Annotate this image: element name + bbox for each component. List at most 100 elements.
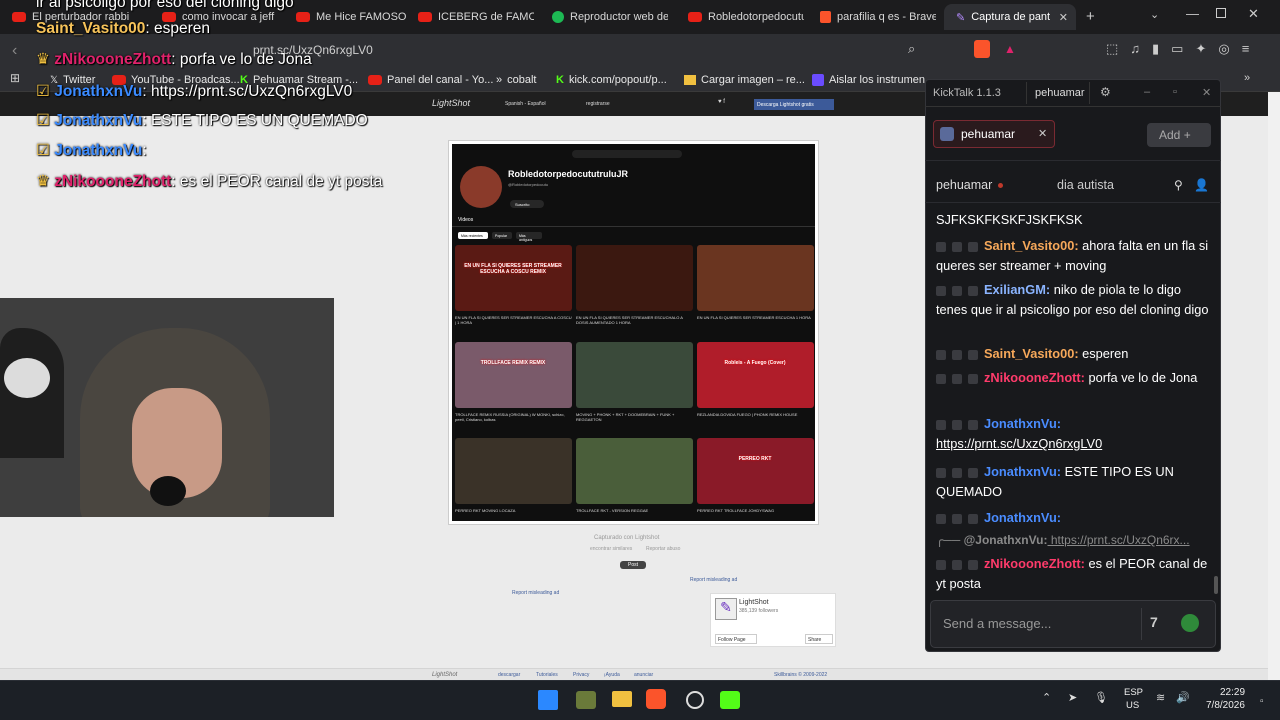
fb-follow-button[interactable]: Follow Page bbox=[715, 634, 757, 644]
chat-username[interactable]: JonathxnVu: bbox=[984, 416, 1061, 431]
lightshot-logo[interactable]: LightShot bbox=[432, 98, 470, 108]
mod-action-icon[interactable] bbox=[952, 373, 962, 384]
brave-rewards-icon[interactable]: ▲ bbox=[1004, 42, 1016, 56]
new-tab-icon[interactable]: + bbox=[1086, 8, 1095, 25]
mod-action-icon[interactable] bbox=[952, 285, 962, 296]
chat-message[interactable]: zNikoooneZhott: es el PEOR canal de yt p… bbox=[936, 554, 1212, 594]
tab-6[interactable]: parafilia q es - Brave bbox=[808, 4, 936, 30]
tab-5[interactable]: Robledotorpedocutu bbox=[676, 4, 804, 30]
obs-app-icon[interactable] bbox=[576, 691, 596, 709]
kt-maximize-icon[interactable]: ▫ bbox=[1173, 86, 1177, 98]
tray-chevron-icon[interactable]: ⌃ bbox=[1042, 691, 1051, 704]
mod-action-icon[interactable] bbox=[968, 467, 978, 478]
lang-primary[interactable]: ESP bbox=[1124, 687, 1143, 698]
footer-download[interactable]: descargar bbox=[498, 672, 520, 678]
clock-date[interactable]: 7/8/2026 bbox=[1206, 700, 1245, 711]
chat-username[interactable]: Saint_Vasito00: bbox=[984, 238, 1079, 253]
bookmark-kick-popout[interactable]: Kkick.com/popout/p... bbox=[556, 71, 667, 89]
mod-action-icon[interactable] bbox=[936, 419, 946, 430]
mod-action-icon[interactable] bbox=[936, 349, 946, 360]
chat-username[interactable]: @JonathxnVu: bbox=[964, 533, 1048, 547]
footer-advertise[interactable]: anunciar bbox=[634, 672, 653, 678]
mod-action-icon[interactable] bbox=[952, 241, 962, 252]
chat-username[interactable]: zNikoooneZhott: bbox=[984, 556, 1085, 571]
kicktalk-taskbar-icon[interactable] bbox=[720, 691, 740, 709]
footer-privacy[interactable]: Privacy bbox=[573, 672, 589, 678]
brave-taskbar-icon[interactable] bbox=[646, 689, 666, 709]
emote-picker-7tv-icon[interactable]: 7 bbox=[1150, 614, 1158, 630]
back-icon[interactable]: ‹ bbox=[12, 42, 17, 60]
chevron-down-icon[interactable]: ⌄ bbox=[1150, 8, 1159, 21]
microphone-icon[interactable]: 🎙 bbox=[1094, 691, 1108, 704]
mod-action-icon[interactable] bbox=[968, 285, 978, 296]
mod-action-icon[interactable] bbox=[968, 349, 978, 360]
mod-action-icon[interactable] bbox=[968, 559, 978, 570]
chat-message[interactable]: ExilianGM: niko de piola te lo digo tene… bbox=[936, 280, 1212, 320]
search-icon[interactable]: ⌕ bbox=[908, 41, 915, 57]
apps-icon[interactable]: ⊞ bbox=[10, 71, 20, 85]
kt-close-icon[interactable]: ✕ bbox=[1202, 86, 1211, 99]
report-ad-link[interactable]: Report misleading ad bbox=[512, 590, 559, 596]
bookmark-panel-canal[interactable]: Panel del canal - Yo... bbox=[368, 71, 493, 89]
tray-app-icon[interactable]: ➤ bbox=[1068, 691, 1077, 704]
mod-action-icon[interactable] bbox=[952, 513, 962, 524]
windows-start-icon[interactable] bbox=[538, 690, 558, 710]
settings-gear-icon[interactable]: ⚙ bbox=[1100, 85, 1111, 99]
chat-message[interactable]: zNikoooneZhott: porfa ve lo de Jona bbox=[936, 368, 1212, 388]
mod-action-icon[interactable] bbox=[952, 559, 962, 570]
chip-close-icon[interactable]: ✕ bbox=[1038, 127, 1047, 140]
find-similar-link[interactable]: encontrar similares bbox=[590, 546, 632, 552]
brave-shield-icon[interactable] bbox=[974, 40, 990, 58]
obs-recording-icon[interactable] bbox=[686, 691, 704, 709]
volume-icon[interactable]: 🔊 bbox=[1176, 691, 1190, 704]
extensions-toolbar[interactable]: ⬚♫▮▭✦◎≡ bbox=[1106, 41, 1261, 57]
chat-message[interactable]: Saint_Vasito00: ahora falta en un fla si… bbox=[936, 236, 1212, 276]
bookmark-cargar-imagen[interactable]: Cargar imagen – re... bbox=[684, 71, 805, 89]
tab-3[interactable]: ICEBERG de FAMOSO bbox=[406, 4, 534, 30]
mod-action-icon[interactable] bbox=[952, 349, 962, 360]
report-ad-link-2[interactable]: Report misleading ad bbox=[690, 577, 737, 583]
register-link[interactable]: registrarse bbox=[586, 101, 610, 107]
mod-action-icon[interactable] bbox=[968, 513, 978, 524]
mod-action-icon[interactable] bbox=[936, 285, 946, 296]
maximize-icon[interactable] bbox=[1216, 8, 1226, 18]
footer-tutorials[interactable]: Tutoriales bbox=[536, 672, 558, 678]
minimize-icon[interactable]: — bbox=[1186, 6, 1199, 21]
chat-username[interactable]: Saint_Vasito00: bbox=[984, 346, 1079, 361]
report-abuse-link[interactable]: Reportar abuso bbox=[646, 546, 680, 552]
mod-action-icon[interactable] bbox=[968, 241, 978, 252]
bookmark-cobalt[interactable]: » cobalt bbox=[496, 71, 536, 89]
post-button[interactable]: Post bbox=[620, 561, 646, 569]
users-icon[interactable]: 👤 bbox=[1194, 178, 1209, 192]
bookmark-aislar[interactable]: Aislar los instrumen... bbox=[812, 71, 934, 89]
page-scrollbar[interactable] bbox=[1268, 92, 1280, 680]
chat-message[interactable]: ╭── @JonathxnVu: https://prnt.sc/UxzQn6r… bbox=[936, 530, 1212, 550]
close-window-icon[interactable]: ✕ bbox=[1248, 6, 1259, 22]
pin-icon[interactable]: ⚲ bbox=[1174, 178, 1183, 192]
wifi-icon[interactable]: ≋ bbox=[1156, 691, 1165, 704]
mod-action-icon[interactable] bbox=[952, 467, 962, 478]
chat-username[interactable]: JonathxnVu: bbox=[984, 510, 1061, 525]
chat-message[interactable]: JonathxnVu: https://prnt.sc/UxzQn6rxgLV0 bbox=[936, 414, 1212, 454]
mod-action-icon[interactable] bbox=[936, 241, 946, 252]
mod-action-icon[interactable] bbox=[936, 373, 946, 384]
file-explorer-icon[interactable] bbox=[612, 691, 632, 707]
chat-username[interactable]: zNikoooneZhott: bbox=[984, 370, 1085, 385]
tab-4[interactable]: Reproductor web de bbox=[540, 4, 668, 30]
chat-message[interactable]: Saint_Vasito00: esperen bbox=[936, 344, 1212, 364]
emote-picker-kick-icon[interactable] bbox=[1181, 614, 1199, 632]
chat-message[interactable]: SJFKSKFKSKFJSKFKSK bbox=[936, 210, 1212, 230]
chat-message[interactable]: JonathxnVu: ESTE TIPO ES UN QUEMADO bbox=[936, 462, 1212, 502]
kt-minimize-icon[interactable]: – bbox=[1144, 86, 1150, 98]
more-bookmarks-icon[interactable]: » bbox=[1244, 72, 1250, 84]
kicktalk-user[interactable]: pehuamar bbox=[1026, 82, 1090, 104]
mod-action-icon[interactable] bbox=[968, 419, 978, 430]
chat-username[interactable]: ExilianGM: bbox=[984, 282, 1050, 297]
chat-scrollbar[interactable] bbox=[1214, 576, 1218, 594]
notification-icon[interactable]: ▫ bbox=[1260, 696, 1264, 707]
chat-username[interactable]: JonathxnVu: bbox=[984, 464, 1061, 479]
mod-action-icon[interactable] bbox=[936, 513, 946, 524]
mod-action-icon[interactable] bbox=[936, 559, 946, 570]
add-channel-button[interactable]: Add + bbox=[1147, 123, 1211, 147]
tab-2[interactable]: Me Hice FAMOSO So bbox=[284, 4, 409, 30]
